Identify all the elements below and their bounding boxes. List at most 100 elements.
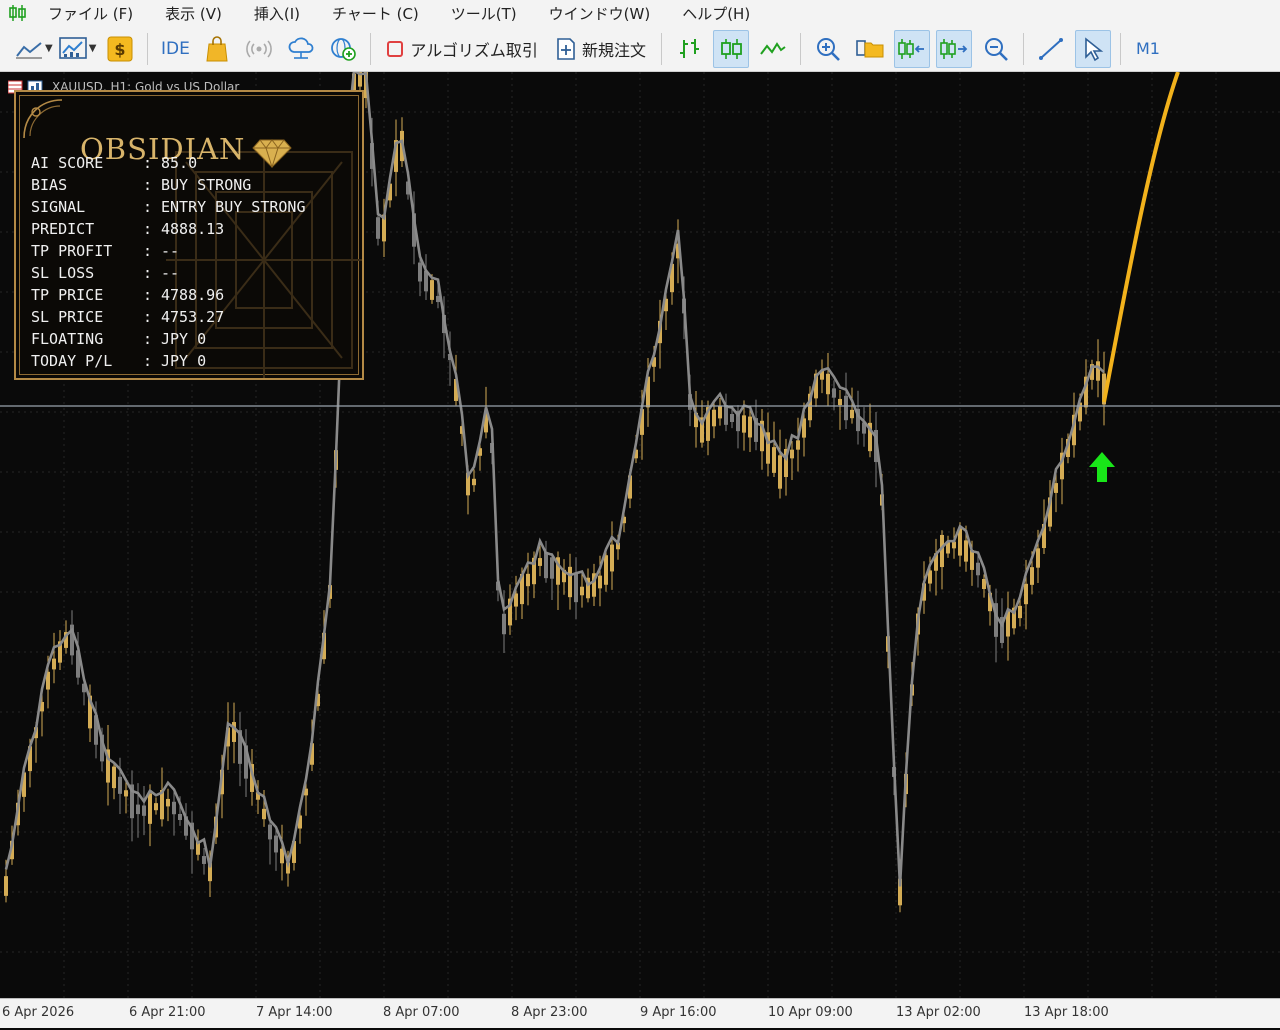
zigzag-line-icon bbox=[760, 41, 786, 55]
toolbar-separator bbox=[1022, 32, 1024, 65]
cursor-tool-button[interactable] bbox=[1074, 29, 1111, 68]
templates-button[interactable] bbox=[852, 30, 888, 68]
ide-label: IDE bbox=[160, 38, 190, 59]
timeframe-m1-button[interactable]: M1 bbox=[1130, 30, 1166, 68]
candle-body bbox=[742, 415, 746, 433]
algo-trading-label: アルゴリズム取引 bbox=[410, 40, 538, 60]
candle-body bbox=[4, 876, 8, 896]
market-button[interactable]: $ bbox=[102, 30, 138, 68]
indicators-button[interactable]: ▼ bbox=[58, 30, 96, 68]
stop-square-icon bbox=[387, 40, 404, 57]
panel-row-value: -- bbox=[161, 264, 180, 282]
candle-body bbox=[838, 398, 842, 406]
menu-bar: ファイル (F) 表示 (V) 挿入(I) チャート (C) ツール(T) ウイ… bbox=[0, 0, 1280, 26]
shopping-bag-icon bbox=[206, 35, 228, 61]
candle-body bbox=[262, 808, 266, 820]
panel-row-label: SL LOSS bbox=[31, 264, 95, 282]
candle-body bbox=[796, 440, 800, 450]
time-axis-label: 10 Apr 09:00 bbox=[768, 1005, 853, 1020]
candle-body bbox=[964, 540, 968, 562]
menu-help[interactable]: ヘルプ(H) bbox=[666, 3, 766, 24]
time-axis-label: 9 Apr 16:00 bbox=[640, 1005, 717, 1020]
panel-row-value: 4888.13 bbox=[161, 220, 225, 238]
panel-row-colon: : bbox=[143, 242, 153, 260]
candle-body bbox=[598, 575, 602, 589]
panel-row-value: JPY 0 bbox=[161, 352, 207, 370]
chart-shift-button[interactable] bbox=[893, 29, 930, 68]
time-axis-label: 8 Apr 23:00 bbox=[511, 1005, 588, 1020]
trendline-tool-button[interactable] bbox=[1033, 30, 1069, 68]
panel-row-label: AI SCORE bbox=[31, 154, 104, 172]
panel-row-value: 4753.27 bbox=[161, 308, 225, 326]
candle-body bbox=[142, 805, 146, 816]
menu-file[interactable]: ファイル (F) bbox=[32, 3, 149, 24]
panel-row-label: FLOATING bbox=[31, 330, 104, 348]
candle-body bbox=[604, 555, 608, 585]
candle-body bbox=[148, 793, 152, 824]
menu-window[interactable]: ウインドウ(W) bbox=[533, 3, 667, 24]
candle-body bbox=[844, 395, 848, 421]
time-axis-label: 6 Apr 21:00 bbox=[129, 1005, 206, 1020]
candle-body bbox=[970, 550, 974, 570]
menu-insert[interactable]: 挿入(I) bbox=[238, 3, 316, 24]
panel-row-value: 85.0 bbox=[161, 154, 198, 172]
candle-body bbox=[982, 579, 986, 589]
bar-chart-icon bbox=[679, 38, 699, 58]
auto-scroll-icon bbox=[940, 38, 968, 59]
ide-button[interactable]: IDE bbox=[157, 30, 193, 68]
vps-button[interactable] bbox=[283, 30, 319, 68]
candle-body bbox=[202, 856, 206, 864]
menu-view[interactable]: 表示 (V) bbox=[149, 3, 238, 24]
broadcast-icon bbox=[246, 39, 273, 58]
candle-body bbox=[544, 551, 548, 579]
candle-body bbox=[430, 280, 434, 300]
chart-shift-icon bbox=[898, 38, 924, 59]
panel-corner-ornament bbox=[23, 99, 63, 139]
candle-body bbox=[172, 801, 176, 815]
new-order-button[interactable]: 新規注文 bbox=[550, 30, 652, 68]
bar-chart-button[interactable] bbox=[671, 30, 707, 68]
indicators-chart-icon bbox=[58, 36, 87, 59]
candle-body bbox=[112, 766, 116, 789]
candle-body bbox=[1018, 605, 1022, 619]
panel-row: TP PRICE:4788.96 bbox=[31, 284, 351, 306]
menu-chart[interactable]: チャート (C) bbox=[316, 3, 435, 24]
panel-row-colon: : bbox=[143, 154, 153, 172]
new-order-icon bbox=[557, 37, 575, 60]
candle-body bbox=[178, 813, 182, 821]
time-axis: 6 Apr 2026 6 Apr 21:00 7 Apr 14:00 8 Apr 07… bbox=[0, 998, 1280, 1028]
candle-body bbox=[610, 544, 614, 572]
services-button[interactable] bbox=[325, 30, 361, 68]
menu-tools[interactable]: ツール(T) bbox=[435, 3, 533, 24]
panel-row-value: 4788.96 bbox=[161, 286, 225, 304]
candle-body bbox=[748, 416, 752, 438]
panel-row: SIGNAL: ENTRY BUY STRONG bbox=[31, 196, 351, 218]
zoom-out-icon bbox=[984, 37, 1008, 61]
market-bag-button[interactable] bbox=[199, 30, 235, 68]
candle-body bbox=[826, 373, 830, 395]
chart-area[interactable]: XAUUSD, H1: Gold vs US Dollar OBSIDIAN A… bbox=[0, 72, 1280, 1030]
auto-scroll-button[interactable] bbox=[935, 29, 972, 68]
zoom-out-button[interactable] bbox=[978, 30, 1014, 68]
panel-row-label: SIGNAL bbox=[31, 198, 86, 216]
candle-body bbox=[580, 586, 584, 596]
cursor-arrow-icon bbox=[1085, 36, 1104, 61]
candle-body bbox=[376, 217, 380, 239]
zoom-in-button[interactable] bbox=[810, 30, 846, 68]
line-chart-type-button[interactable] bbox=[755, 30, 791, 68]
line-chart-button[interactable]: ▼ bbox=[15, 30, 53, 68]
signals-button[interactable] bbox=[241, 30, 277, 68]
panel-row-label: PREDICT bbox=[31, 220, 95, 238]
globe-plus-icon bbox=[331, 37, 357, 61]
panel-row: PREDICT:4888.13 bbox=[31, 218, 351, 240]
candlestick-chart-button[interactable] bbox=[712, 29, 749, 68]
algo-trading-button[interactable]: アルゴリズム取引 bbox=[380, 30, 544, 68]
panel-row: SL LOSS: -- bbox=[31, 262, 351, 284]
candle-body bbox=[832, 388, 836, 398]
panel-row: TP PROFIT: -- bbox=[31, 240, 351, 262]
chevron-down-icon: ▼ bbox=[45, 43, 53, 54]
time-axis-label: 8 Apr 07:00 bbox=[383, 1005, 460, 1020]
toolbar-separator bbox=[660, 32, 662, 65]
panel-row: SL PRICE:4753.27 bbox=[31, 306, 351, 328]
panel-row-value: JPY 0 bbox=[161, 330, 207, 348]
